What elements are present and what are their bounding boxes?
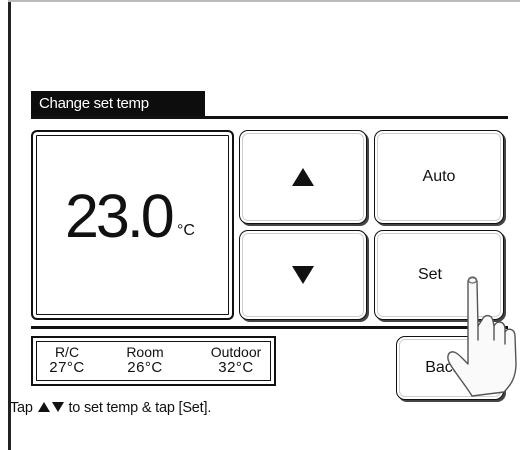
instruction-suffix: to set temp & tap [Set]. bbox=[68, 400, 212, 416]
header-divider bbox=[31, 116, 508, 119]
instruction-text: Tap to set temp & tap [Set]. bbox=[10, 400, 211, 416]
outdoor-temp-group: Outdoor 32°C bbox=[201, 344, 271, 376]
auto-button[interactable]: Auto bbox=[374, 130, 504, 224]
room-label: Room bbox=[126, 344, 164, 360]
up-triangle-icon bbox=[37, 401, 50, 412]
auto-button-label: Auto bbox=[422, 168, 456, 185]
down-triangle-icon bbox=[51, 401, 64, 412]
rc-value: 27°C bbox=[49, 359, 85, 376]
pointing-hand-icon bbox=[447, 276, 517, 397]
page-title: Change set temp bbox=[31, 91, 205, 117]
outdoor-label: Outdoor bbox=[210, 344, 262, 360]
temp-up-button[interactable] bbox=[239, 130, 367, 224]
temp-down-button[interactable] bbox=[239, 230, 367, 320]
room-temp-group: Room 26°C bbox=[115, 344, 175, 376]
up-arrow-icon bbox=[292, 168, 314, 186]
screen-frame-top bbox=[8, 0, 520, 2]
outdoor-value: 32°C bbox=[218, 359, 254, 376]
set-temp-display: 23.0 °C bbox=[31, 130, 234, 320]
set-temp-unit: °C bbox=[177, 222, 195, 239]
section-divider bbox=[31, 326, 508, 329]
down-arrow-icon bbox=[292, 266, 314, 284]
instruction-prefix: Tap bbox=[10, 400, 33, 416]
set-temp-value: 23.0 bbox=[65, 182, 175, 250]
room-value: 26°C bbox=[127, 359, 163, 376]
rc-temp-group: R/C 27°C bbox=[45, 344, 89, 376]
temperature-status-panel: R/C 27°C Room 26°C Outdoor 32°C bbox=[31, 336, 276, 386]
rc-label: R/C bbox=[54, 344, 80, 360]
screen-frame-left bbox=[8, 0, 11, 450]
